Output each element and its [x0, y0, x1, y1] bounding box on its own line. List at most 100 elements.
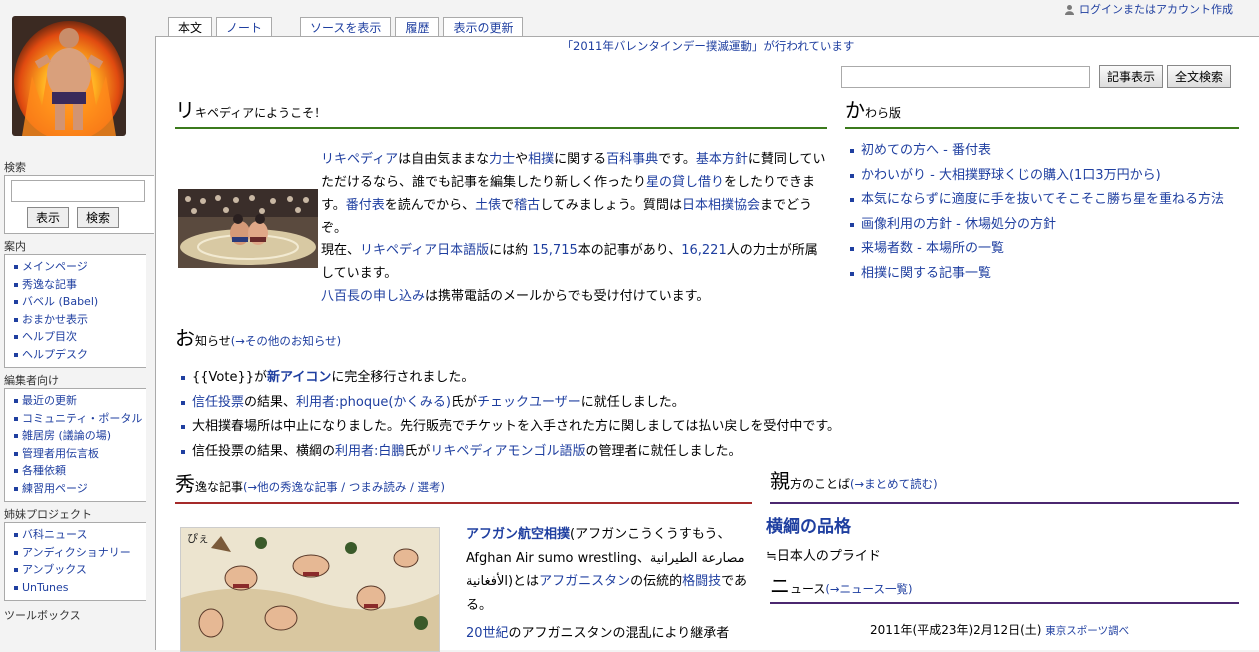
personal-tools: ログインまたはアカウント作成 — [1064, 1, 1233, 17]
sidebar-editors-item[interactable]: 各種依頼 — [14, 462, 146, 480]
search-button[interactable]: 検索 — [77, 207, 120, 228]
wiki-logo[interactable] — [12, 16, 126, 136]
fulltext-button[interactable]: 全文検索 — [1167, 65, 1232, 88]
sidebar-nav-item[interactable]: ヘルプデスク — [14, 346, 146, 364]
inline-text: に関する — [554, 152, 607, 167]
go-button[interactable]: 表示 — [27, 207, 70, 228]
sidebar-nav-item[interactable]: 秀逸な記事 — [14, 276, 146, 294]
notice-list: {{Vote}}が新アイコンに完全移行されました。 信任投票の結果、利用者:pho… — [178, 366, 1058, 464]
tab-history[interactable]: 履歴 — [395, 17, 440, 37]
inline-link[interactable]: 稽古 — [514, 198, 540, 213]
sidebar-sister-item[interactable]: アンブックス — [14, 561, 146, 579]
inline-link[interactable]: 番付表 — [346, 198, 385, 213]
inline-link[interactable]: 百科事典 — [606, 152, 658, 167]
featured-image[interactable]: ぴぇ — [180, 527, 440, 652]
inline-text: 大相撲春場所は中止になりました。先行販売でチケットを入手された方に関しましては払… — [192, 419, 841, 434]
oyakata-more-link[interactable]: (→まとめて読む) — [850, 477, 938, 491]
sidebar-sister-item[interactable]: バ科ニュース — [14, 526, 146, 544]
kawara-list-item[interactable]: 本気にならずに適度に手を抜いてそこそこ勝ち星を重ねる方法 — [847, 188, 1241, 213]
inline-link[interactable]: 八百長の申し込み — [321, 289, 425, 304]
inline-link[interactable]: リキペディア日本語版 — [360, 243, 489, 258]
inline-text: )とは — [507, 574, 540, 589]
news-dateline: 2011年(平成23年)2月12日(土) 東京スポーツ調べ — [870, 621, 1129, 638]
notice-heading: お知らせ(→その他のお知らせ) — [175, 327, 815, 351]
kawara-list: 初めての方へ - 番付表 かわいがり - 大相撲野球くじの購入(1口3万円から) 本… — [847, 139, 1241, 286]
inline-text: には約 — [489, 243, 533, 258]
tab-article[interactable]: 本文 — [168, 17, 213, 37]
search-heading: 検索 — [4, 161, 26, 174]
news-more-link[interactable]: (→ニュース一覧) — [825, 582, 912, 596]
site-notice[interactable]: 「2011年バレンタインデー撲滅運動」が行われています — [156, 38, 1259, 54]
sidebar-sister-item[interactable]: アンディクショナリー — [14, 544, 146, 562]
inline-link[interactable]: リキペディアモンゴル語版 — [430, 444, 585, 459]
inline-link[interactable]: 力士 — [489, 152, 515, 167]
inline-link[interactable]: 16,221 — [681, 243, 727, 258]
sidebar-nav-item[interactable]: ヘルプ目次 — [14, 328, 146, 346]
inline-link[interactable]: 日本相撲協会 — [682, 198, 760, 213]
sidebar-nav-item[interactable]: おまかせ表示 — [14, 311, 146, 329]
oyakata-title[interactable]: 横綱の品格 — [766, 512, 851, 537]
inline-text: です。 — [658, 152, 696, 167]
kawara-list-item[interactable]: かわいがり - 大相撲野球くじの購入(1口3万円から) — [847, 164, 1241, 189]
oyakata-heading-text: 方のことば — [790, 477, 851, 491]
inline-link[interactable]: アフガン航空相撲 — [466, 527, 570, 542]
notice-list-item: {{Vote}}が新アイコンに完全移行されました。 — [178, 366, 1058, 391]
inline-link[interactable]: 星の貸し借り — [646, 175, 724, 190]
tab-talk[interactable]: ノート — [216, 17, 273, 37]
sidebar-editors-item[interactable]: 練習用ページ — [14, 480, 146, 498]
top-search-input[interactable] — [841, 65, 1090, 88]
sidebar-search-input[interactable] — [11, 180, 145, 202]
news-source[interactable]: 東京スポーツ調べ — [1045, 625, 1129, 637]
inline-link[interactable]: チェックユーザー — [477, 395, 581, 410]
notice-more-link[interactable]: (→その他のお知らせ) — [231, 334, 341, 348]
kawara-heading-initial: か — [845, 98, 865, 122]
inline-link[interactable]: 相撲 — [528, 152, 554, 167]
sidebar-editors-item[interactable]: 最近の更新 — [14, 392, 146, 410]
inline-link[interactable]: 格闘技 — [682, 574, 721, 589]
inline-link[interactable]: リキペディア — [321, 152, 398, 167]
welcome-paragraph-2: 現在、リキペディア日本語版には約 15,715本の記事があり、16,221人の力… — [321, 239, 827, 285]
featured-more-link[interactable]: (→他の秀逸な記事 / つまみ読み / 選考) — [243, 480, 445, 494]
sidebar-editors-item[interactable]: 管理者用伝言板 — [14, 445, 146, 463]
inline-text: で — [501, 198, 515, 213]
sidebar-editors-item[interactable]: コミュニティ・ポータル — [14, 410, 146, 428]
sidebar-nav-item[interactable]: バベル (Babel) — [14, 293, 146, 311]
oyakata-heading: 親方のことば(→まとめて読む) — [770, 470, 1239, 504]
notice-list-item: 信任投票の結果、横綱の利用者:白鵬氏がリキペディアモンゴル語版の管理者に就任しま… — [178, 440, 1058, 465]
kawara-list-item[interactable]: 来場者数 - 本場所の一覧 — [847, 237, 1241, 262]
inline-link[interactable]: 15,715 — [532, 243, 578, 258]
inline-link[interactable]: 20世紀 — [466, 626, 509, 641]
kawara-list-item[interactable]: 画像利用の方針 - 休場処分の方針 — [847, 213, 1241, 238]
afghan-air-sumo-image: ぴぇ — [181, 528, 439, 651]
sidebar-nav-item[interactable]: メインページ — [14, 258, 146, 276]
sidebar-editors-item[interactable]: 雑居房 (議論の場) — [14, 427, 146, 445]
kawara-list-item[interactable]: 相撲に関する記事一覧 — [847, 262, 1241, 287]
tab-purge[interactable]: 表示の更新 — [443, 17, 524, 37]
inline-link[interactable]: 利用者:phoque(かくみる) — [296, 395, 451, 410]
login-link[interactable]: ログインまたはアカウント作成 — [1079, 1, 1233, 17]
notice-list-item: 大相撲春場所は中止になりました。先行販売でチケットを入手された方に関しましては払… — [178, 415, 1058, 440]
inline-link[interactable]: 新アイコン — [267, 370, 331, 385]
page-tabs: 本文 ノート ソースを表示 履歴 表示の更新 — [168, 17, 524, 37]
inline-text: {{Vote}}が — [192, 370, 268, 385]
nav-heading: 案内 — [4, 240, 26, 253]
inline-text: 氏が — [451, 394, 478, 410]
article-button[interactable]: 記事表示 — [1099, 65, 1164, 88]
inline-link[interactable]: 利用者:白鵬 — [335, 444, 404, 459]
inline-link[interactable]: 基本方針 — [696, 152, 748, 167]
kawara-list-item[interactable]: 初めての方へ - 番付表 — [847, 139, 1241, 164]
sister-heading: 姉妹プロジェクト — [4, 508, 92, 521]
editors-heading: 編集者向け — [4, 374, 59, 387]
inline-text: してみましょう。質問は — [540, 198, 682, 213]
inline-text: を読んでから、 — [384, 198, 476, 213]
inline-link[interactable]: 土俵 — [475, 198, 501, 213]
search-portlet: 表示 検索 — [4, 175, 154, 234]
inline-text: に就任しました。 — [580, 394, 685, 410]
inline-link[interactable]: 信任投票 — [192, 395, 244, 410]
sister-portlet: バ科ニュース アンディクショナリー アンブックス UnTunes — [4, 522, 146, 601]
inline-text: 現在、 — [321, 243, 361, 258]
inline-link[interactable]: アフガニスタン — [539, 574, 630, 589]
tab-view-source[interactable]: ソースを表示 — [300, 17, 392, 37]
sidebar-sister-item[interactable]: UnTunes — [14, 579, 146, 597]
welcome-image[interactable] — [178, 189, 318, 268]
